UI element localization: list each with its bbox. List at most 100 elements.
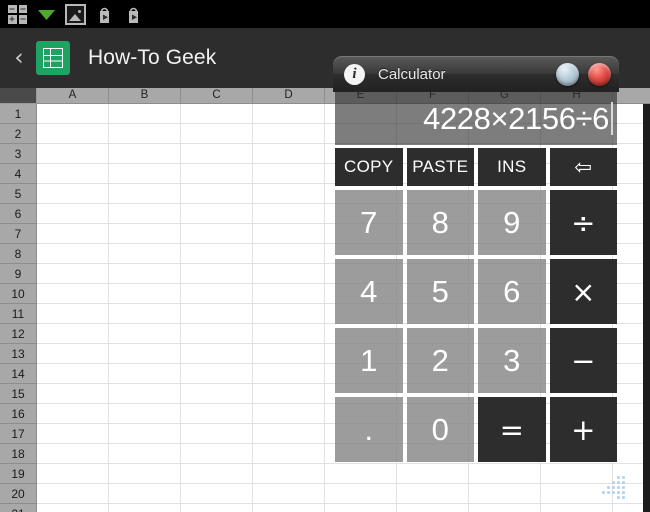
grid-cell[interactable]	[253, 144, 325, 163]
grid-cell[interactable]	[253, 484, 325, 503]
grid-cell[interactable]	[181, 424, 253, 443]
grid-cell[interactable]	[181, 464, 253, 483]
key-0[interactable]: 0	[406, 397, 474, 462]
row-header-7[interactable]: 7	[0, 224, 36, 244]
row-header-14[interactable]: 14	[0, 364, 36, 384]
grid-cell[interactable]	[109, 244, 181, 263]
grid-cell[interactable]	[37, 124, 109, 143]
grid-cell[interactable]	[253, 244, 325, 263]
grid-cell[interactable]	[181, 264, 253, 283]
grid-cell[interactable]	[37, 244, 109, 263]
row-header-16[interactable]: 16	[0, 404, 36, 424]
row-header-9[interactable]: 9	[0, 264, 36, 284]
grid-cell[interactable]	[253, 464, 325, 483]
grid-cell[interactable]	[253, 264, 325, 283]
grid-cell[interactable]	[37, 444, 109, 463]
column-header-d[interactable]: D	[253, 88, 325, 103]
copy-button[interactable]: COPY	[335, 148, 403, 186]
grid-cell[interactable]	[181, 364, 253, 383]
grid-cell[interactable]	[181, 144, 253, 163]
grid-cell[interactable]	[181, 124, 253, 143]
grid-cell[interactable]	[37, 364, 109, 383]
grid-cell[interactable]	[253, 104, 325, 123]
row-header-19[interactable]: 19	[0, 464, 36, 484]
grid-cell[interactable]	[253, 424, 325, 443]
paste-button[interactable]: PASTE	[406, 148, 474, 186]
row-header-8[interactable]: 8	[0, 244, 36, 264]
column-header-a[interactable]: A	[37, 88, 109, 103]
grid-cell[interactable]	[253, 444, 325, 463]
row-header-6[interactable]: 6	[0, 204, 36, 224]
row-header-11[interactable]: 11	[0, 304, 36, 324]
grid-cell[interactable]	[37, 484, 109, 503]
grid-cell[interactable]	[109, 424, 181, 443]
row-header-21[interactable]: 21	[0, 504, 36, 512]
grid-cell[interactable]	[181, 224, 253, 243]
key-4[interactable]: 4	[335, 259, 403, 324]
key-3[interactable]: 3	[478, 328, 546, 393]
grid-cell[interactable]	[181, 324, 253, 343]
grid-cell[interactable]	[181, 184, 253, 203]
row-header-4[interactable]: 4	[0, 164, 36, 184]
vertical-scrollbar[interactable]	[643, 104, 650, 512]
grid-cell[interactable]	[109, 504, 181, 512]
grid-cell[interactable]	[253, 304, 325, 323]
grid-cell[interactable]	[37, 504, 109, 512]
grid-cell[interactable]	[253, 344, 325, 363]
column-header-c[interactable]: C	[181, 88, 253, 103]
grid-cell[interactable]	[109, 384, 181, 403]
row-header-10[interactable]: 10	[0, 284, 36, 304]
row-header-2[interactable]: 2	[0, 124, 36, 144]
grid-cell[interactable]	[109, 164, 181, 183]
row-header-3[interactable]: 3	[0, 144, 36, 164]
grid-cell[interactable]	[109, 484, 181, 503]
row-header-12[interactable]: 12	[0, 324, 36, 344]
grid-cell[interactable]	[109, 404, 181, 423]
grid-cell[interactable]	[469, 504, 541, 512]
grid-cell[interactable]	[37, 284, 109, 303]
grid-cell[interactable]	[181, 444, 253, 463]
grid-cell[interactable]	[181, 344, 253, 363]
row-header-17[interactable]: 17	[0, 424, 36, 444]
grid-cell[interactable]	[181, 504, 253, 512]
key-8[interactable]: 8	[406, 190, 474, 255]
grid-cell[interactable]	[109, 144, 181, 163]
grid-cell[interactable]	[109, 284, 181, 303]
grid-cell[interactable]	[109, 324, 181, 343]
grid-cell[interactable]	[37, 424, 109, 443]
grid-cell[interactable]	[37, 384, 109, 403]
key-9[interactable]: 9	[478, 190, 546, 255]
grid-cell[interactable]	[109, 464, 181, 483]
column-header-b[interactable]: B	[109, 88, 181, 103]
row-header-18[interactable]: 18	[0, 444, 36, 464]
grid-cell[interactable]	[37, 264, 109, 283]
grid-cell[interactable]	[181, 244, 253, 263]
grid-cell[interactable]	[109, 304, 181, 323]
resize-handle[interactable]	[593, 476, 625, 506]
grid-cell[interactable]	[253, 164, 325, 183]
key-6[interactable]: 6	[478, 259, 546, 324]
key-divide[interactable]: ÷	[549, 190, 617, 255]
grid-cell[interactable]	[253, 384, 325, 403]
row-header-1[interactable]: 1	[0, 104, 36, 124]
grid-cell[interactable]	[181, 104, 253, 123]
calculator-titlebar[interactable]: i Calculator	[333, 56, 619, 92]
key-multiply[interactable]: ×	[549, 259, 617, 324]
grid-cell[interactable]	[109, 364, 181, 383]
grid-cell[interactable]	[37, 184, 109, 203]
grid-cell[interactable]	[181, 484, 253, 503]
grid-cell[interactable]	[253, 404, 325, 423]
grid-cell[interactable]	[397, 504, 469, 512]
grid-cell[interactable]	[253, 504, 325, 512]
key-minus[interactable]: −	[549, 328, 617, 393]
key-5[interactable]: 5	[406, 259, 474, 324]
grid-cell[interactable]	[37, 104, 109, 123]
row-header-15[interactable]: 15	[0, 384, 36, 404]
select-all-corner[interactable]	[0, 88, 37, 104]
grid-cell[interactable]	[109, 224, 181, 243]
key-decimal[interactable]: .	[335, 397, 403, 462]
backspace-button[interactable]: ⇦	[549, 148, 617, 186]
grid-cell[interactable]	[253, 284, 325, 303]
grid-cell[interactable]	[325, 504, 397, 512]
grid-cell[interactable]	[253, 224, 325, 243]
